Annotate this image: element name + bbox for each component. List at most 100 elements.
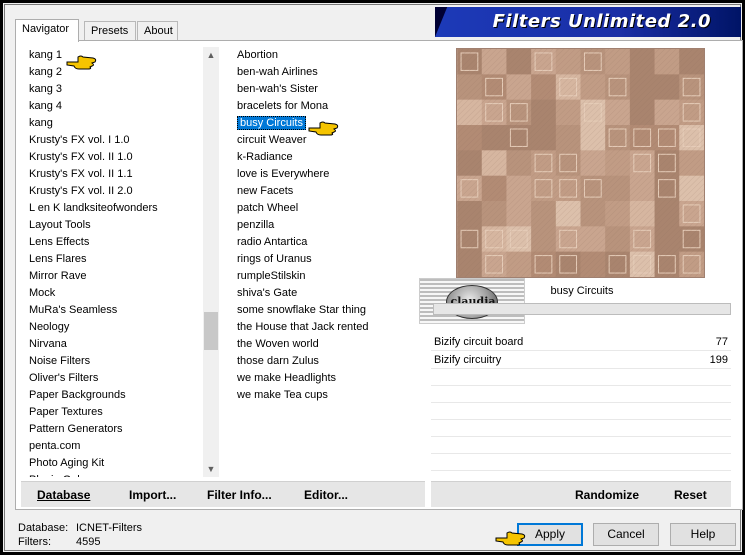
import-button[interactable]: Import...: [129, 488, 176, 502]
category-item[interactable]: kang 1: [21, 47, 219, 64]
randomize-button[interactable]: Randomize: [575, 488, 639, 502]
navigator-toolbar: Database Import... Filter Info... Editor…: [21, 481, 425, 507]
category-item[interactable]: kang 3: [21, 81, 219, 98]
category-item[interactable]: Plugin Galaxy: [21, 472, 219, 477]
filter-item-label: new Facets: [237, 185, 294, 197]
category-item[interactable]: penta.com: [21, 438, 219, 455]
category-item[interactable]: Krusty's FX vol. II 2.0: [21, 183, 219, 200]
filter-item[interactable]: k-Radiance: [229, 149, 425, 166]
filter-item-label: penzilla: [237, 219, 275, 231]
filter-item-label: shiva's Gate: [237, 287, 298, 299]
database-info: Database: ICNET-Filters Filters: 4595: [18, 521, 142, 549]
category-list[interactable]: kang 1 kang 2 kang 3 kang 4 kang Krusty's FX …: [21, 47, 219, 477]
filter-info-button-label: Filter Info...: [207, 488, 272, 502]
filter-item-label: ben-wah Airlines: [237, 66, 318, 78]
filter-item[interactable]: we make Headlights: [229, 370, 425, 387]
param-row-empty: [431, 369, 731, 386]
category-item[interactable]: Oliver's Filters: [21, 370, 219, 387]
filter-item-label: rumpleStilskin: [237, 270, 306, 282]
filter-item-label: the House that Jack rented: [237, 321, 369, 333]
filter-item[interactable]: bracelets for Mona: [229, 98, 425, 115]
category-item[interactable]: Nirvana: [21, 336, 219, 353]
filter-item-label: radio Antartica: [237, 236, 308, 248]
filter-item[interactable]: radio Antartica: [229, 234, 425, 251]
category-item[interactable]: Photo Aging Kit: [21, 455, 219, 472]
tab-about-label: About: [144, 25, 173, 37]
category-item[interactable]: Mock: [21, 285, 219, 302]
category-item[interactable]: Lens Effects: [21, 234, 219, 251]
category-item[interactable]: Paper Backgrounds: [21, 387, 219, 404]
category-scrollbar[interactable]: ▲ ▼: [203, 47, 219, 477]
param-name: Bizify circuit board: [434, 336, 524, 348]
filter-item[interactable]: Abortion: [229, 47, 425, 64]
filters-label: Filters:: [18, 536, 51, 548]
filter-item-label: busy Circuits: [237, 116, 306, 130]
param-row[interactable]: Bizify circuitry 199: [431, 351, 731, 369]
category-item[interactable]: Pattern Generators: [21, 421, 219, 438]
filter-item[interactable]: some snowflake Star thing: [229, 302, 425, 319]
filter-item[interactable]: ben-wah's Sister: [229, 81, 425, 98]
pointer-hand-icon: [66, 55, 97, 70]
filter-item-label: we make Tea cups: [237, 389, 328, 401]
database-info-row: Database: ICNET-Filters: [18, 521, 142, 535]
category-item[interactable]: MuRa's Seamless: [21, 302, 219, 319]
category-item[interactable]: kang 4: [21, 98, 219, 115]
param-value[interactable]: 77: [716, 333, 728, 351]
apply-button-label: Apply: [534, 527, 566, 541]
filter-item[interactable]: we make Tea cups: [229, 387, 425, 404]
category-item[interactable]: Mirror Rave: [21, 268, 219, 285]
database-value: ICNET-Filters: [76, 522, 142, 534]
filter-item-label: we make Headlights: [237, 372, 337, 384]
tab-about[interactable]: About: [137, 21, 178, 41]
filter-item[interactable]: the House that Jack rented: [229, 319, 425, 336]
category-item[interactable]: Krusty's FX vol. II 1.1: [21, 166, 219, 183]
filter-item-label: patch Wheel: [237, 202, 299, 214]
filter-item-label: bracelets for Mona: [237, 100, 329, 112]
tab-presets[interactable]: Presets: [84, 21, 136, 41]
database-button[interactable]: Database: [37, 488, 90, 502]
filter-item[interactable]: patch Wheel: [229, 200, 425, 217]
scroll-up-arrow-icon[interactable]: ▲: [203, 47, 219, 63]
filter-item[interactable]: shiva's Gate: [229, 285, 425, 302]
help-button[interactable]: Help: [670, 523, 736, 546]
reset-button[interactable]: Reset: [674, 488, 707, 502]
scroll-thumb[interactable]: [204, 312, 218, 350]
filter-info-button[interactable]: Filter Info...: [207, 488, 272, 502]
filter-item[interactable]: love is Everywhere: [229, 166, 425, 183]
category-item[interactable]: kang: [21, 115, 219, 132]
database-button-label: Database: [37, 488, 91, 502]
parameter-list: Bizify circuit board 77 Bizify circuitry…: [431, 333, 731, 483]
tab-navigator-label: Navigator: [22, 23, 70, 35]
param-value[interactable]: 199: [710, 351, 728, 369]
category-item[interactable]: Noise Filters: [21, 353, 219, 370]
filter-item[interactable]: penzilla: [229, 217, 425, 234]
param-row-empty: [431, 454, 731, 471]
filter-item[interactable]: new Facets: [229, 183, 425, 200]
filters-unlimited-dialog: Navigator Presets About Filters Unlimite…: [0, 0, 745, 555]
filter-item-label: circuit Weaver: [237, 134, 307, 146]
filters-count-row: Filters: 4595: [18, 535, 142, 549]
cancel-button[interactable]: Cancel: [593, 523, 659, 546]
tab-navigator[interactable]: Navigator: [15, 19, 79, 42]
category-item[interactable]: Layout Tools: [21, 217, 219, 234]
editor-button[interactable]: Editor...: [304, 488, 348, 502]
filter-item[interactable]: ben-wah Airlines: [229, 64, 425, 81]
filter-item[interactable]: rings of Uranus: [229, 251, 425, 268]
scroll-down-arrow-icon[interactable]: ▼: [203, 461, 219, 477]
filter-item[interactable]: rumpleStilskin: [229, 268, 425, 285]
param-row[interactable]: Bizify circuit board 77: [431, 333, 731, 351]
category-item[interactable]: kang 2: [21, 64, 219, 81]
category-item[interactable]: Krusty's FX vol. I 1.0: [21, 132, 219, 149]
category-item[interactable]: L en K landksiteofwonders: [21, 200, 219, 217]
category-item[interactable]: Paper Textures: [21, 404, 219, 421]
filter-item[interactable]: those darn Zulus: [229, 353, 425, 370]
filter-item[interactable]: the Woven world: [229, 336, 425, 353]
filter-list[interactable]: Abortion ben-wah Airlines ben-wah's Sister…: [229, 47, 425, 477]
category-item[interactable]: Krusty's FX vol. II 1.0: [21, 149, 219, 166]
filter-item-label: rings of Uranus: [237, 253, 312, 265]
param-row-empty: [431, 420, 731, 437]
header-logo: Filters Unlimited 2.0: [435, 7, 741, 37]
category-item[interactable]: Neology: [21, 319, 219, 336]
category-item[interactable]: Lens Flares: [21, 251, 219, 268]
filter-item-label: the Woven world: [237, 338, 319, 350]
